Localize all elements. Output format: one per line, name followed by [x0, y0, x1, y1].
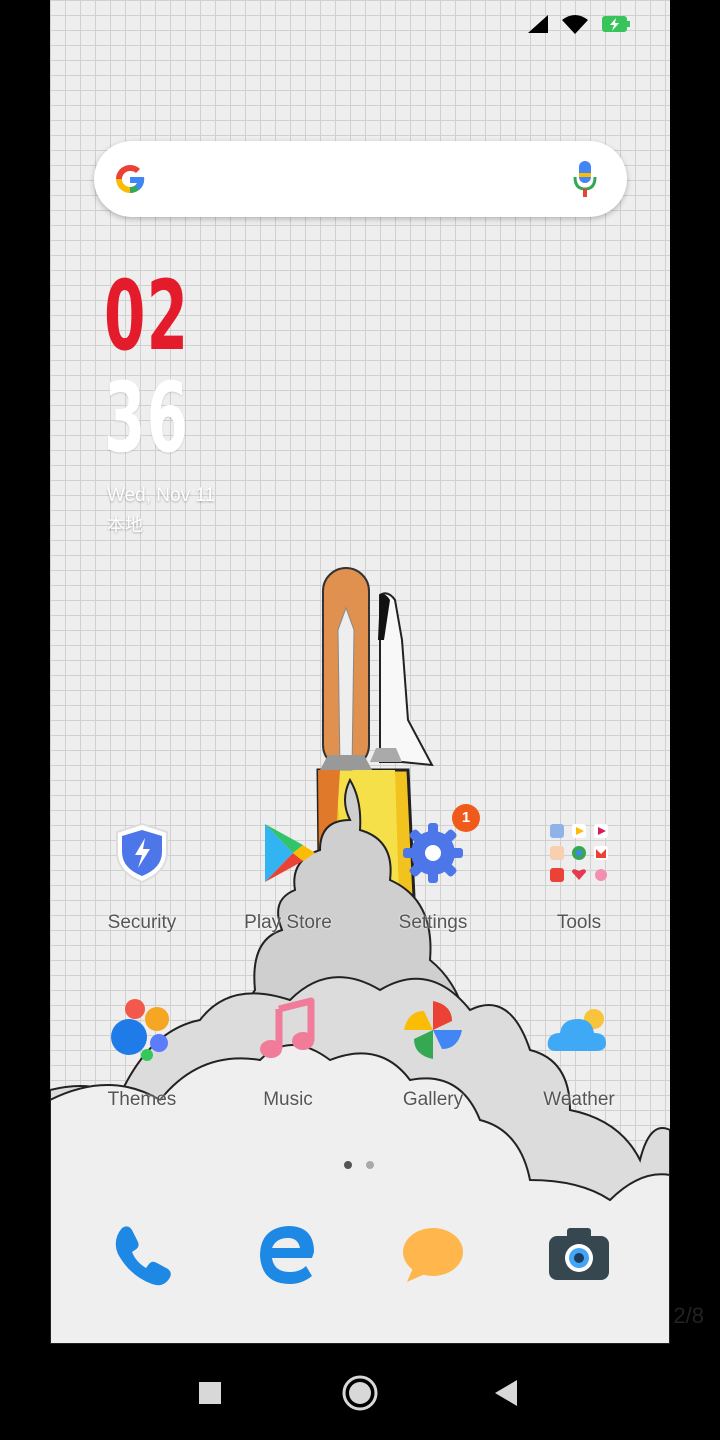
gear-icon: 1 [398, 804, 480, 888]
microphone-icon[interactable] [573, 161, 597, 197]
app-label: Weather [543, 1089, 615, 1110]
music-note-icon [253, 995, 323, 1065]
browser-e-icon [260, 1226, 314, 1284]
app-label: Settings [398, 912, 468, 933]
dock-browser[interactable] [248, 1214, 328, 1294]
clock-minute[interactable]: 36 [104, 370, 189, 466]
app-label: Security [107, 912, 177, 933]
cloud-sun-icon [544, 995, 614, 1065]
clock-location: 本地 [107, 515, 143, 535]
clock-hour[interactable]: 02 [104, 268, 189, 364]
app-label: Music [263, 1089, 313, 1110]
app-security[interactable]: Security [67, 818, 217, 934]
clock-date[interactable]: Wed, Nov 11 [107, 485, 215, 507]
phone-icon [115, 1226, 171, 1286]
home-screen: 02 36 Wed, Nov 11 本地 Security Play Store… [50, 0, 670, 1344]
page-dot [366, 1161, 374, 1169]
app-themes[interactable]: Themes [67, 995, 217, 1111]
folder-grid-icon [544, 818, 614, 888]
recents-button-icon[interactable] [198, 1370, 222, 1416]
status-bar [528, 14, 630, 34]
back-button-icon[interactable] [494, 1370, 518, 1416]
messages-icon [403, 1228, 463, 1282]
page-counter: 2/8 [673, 1303, 704, 1328]
pinwheel-icon [398, 995, 468, 1065]
google-search-bar[interactable] [94, 141, 627, 217]
folder-label: Tools [556, 912, 602, 933]
wifi-icon [562, 15, 588, 34]
app-gallery[interactable]: Gallery [358, 995, 508, 1111]
dock-phone[interactable] [102, 1214, 182, 1294]
google-logo-icon [116, 164, 145, 193]
app-label: Gallery [402, 1089, 464, 1110]
page-dot-active [344, 1161, 352, 1169]
app-label: Themes [107, 1089, 177, 1110]
battery-charging-icon [602, 16, 630, 32]
folder-tools[interactable]: Tools [504, 818, 654, 934]
themes-dots-icon [107, 995, 177, 1065]
app-label: Play Store [244, 912, 332, 933]
app-play-store[interactable]: Play Store [213, 818, 363, 934]
play-store-icon [253, 818, 323, 888]
app-weather[interactable]: Weather [504, 995, 654, 1111]
app-settings[interactable]: 1 Settings [358, 804, 508, 934]
camera-icon [549, 1228, 609, 1280]
home-button-icon[interactable] [341, 1370, 379, 1416]
signal-icon [528, 15, 548, 33]
shield-bolt-icon [107, 818, 177, 888]
page-indicator [344, 1161, 374, 1169]
dock-camera[interactable] [539, 1214, 619, 1294]
dock-messages[interactable] [393, 1214, 473, 1294]
notification-badge: 1 [452, 804, 480, 832]
app-music[interactable]: Music [213, 995, 363, 1111]
